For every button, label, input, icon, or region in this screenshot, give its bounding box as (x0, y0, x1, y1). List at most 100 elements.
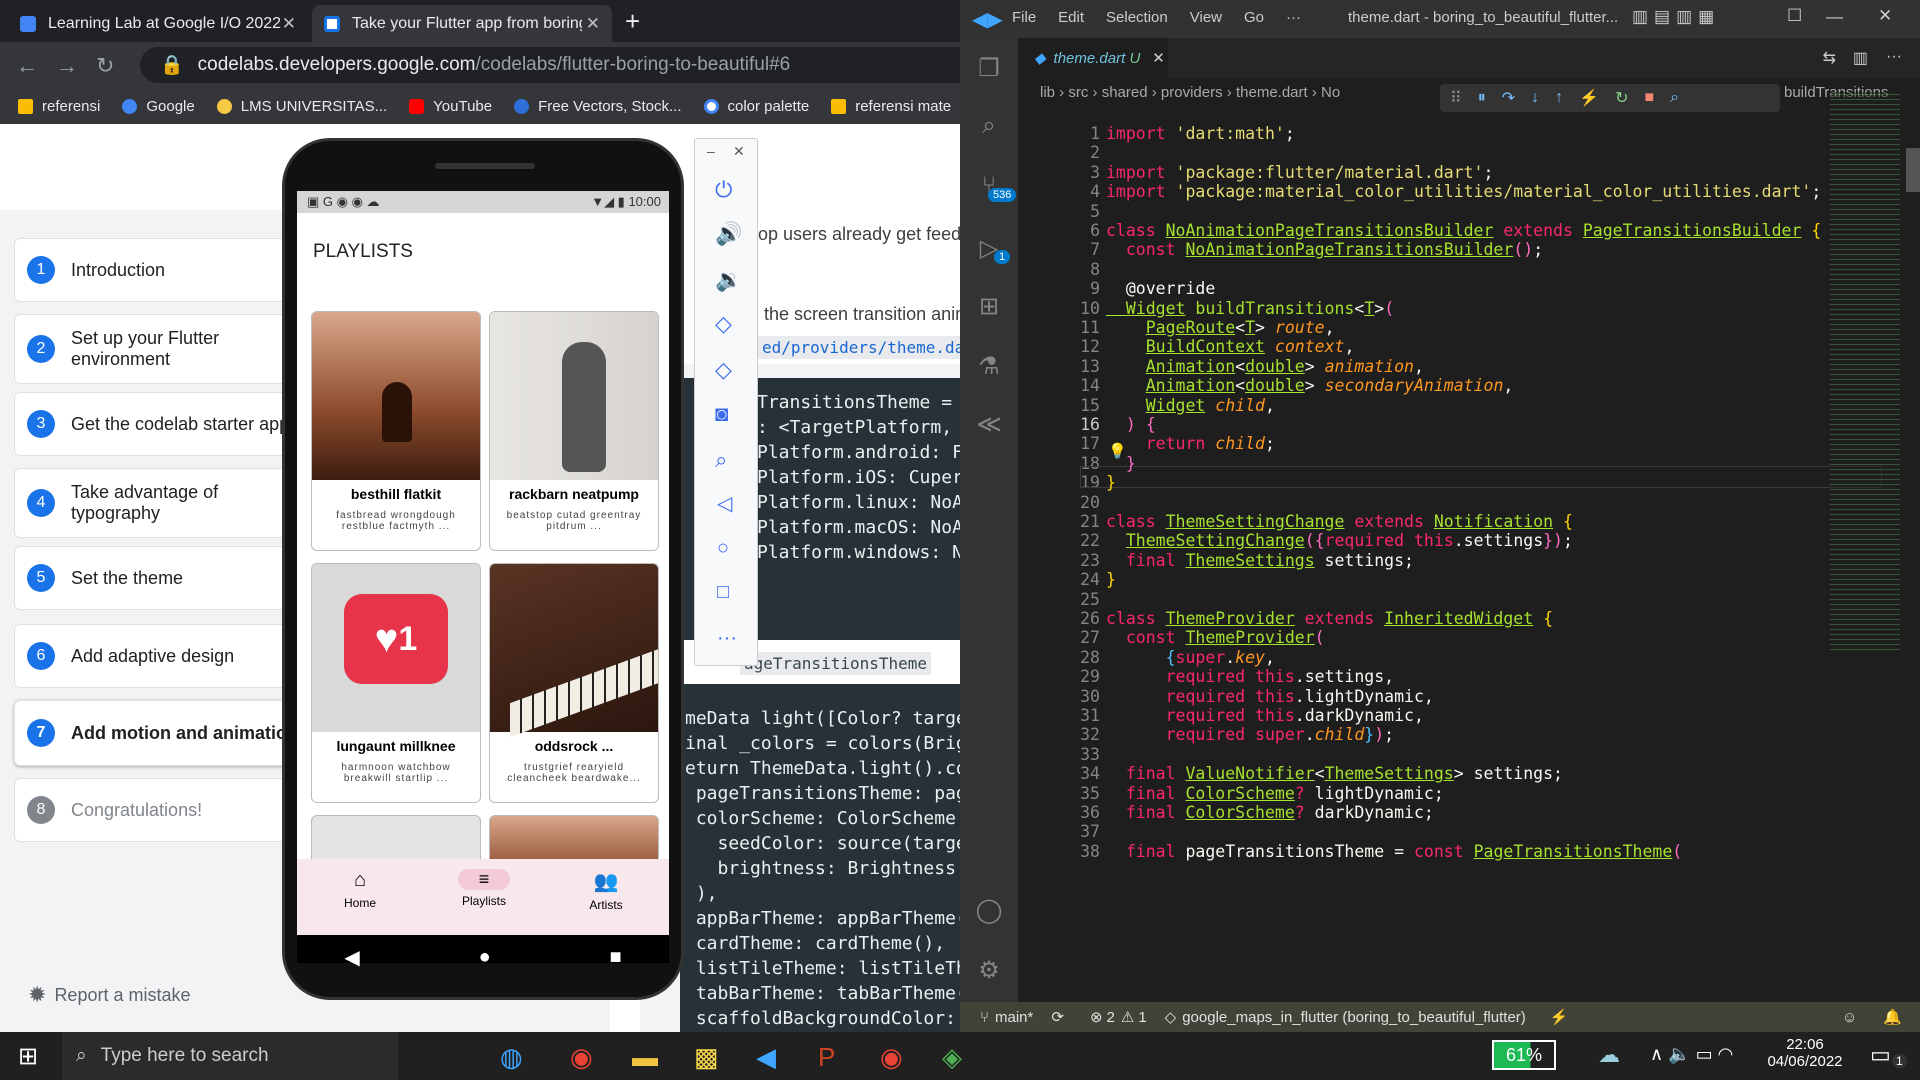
code-line[interactable]: Animation<double> animation, (1106, 357, 1424, 376)
playlist-card[interactable]: oddsrock ... trustgrief rearyield cleanc… (489, 563, 659, 803)
code-line[interactable]: final ColorScheme? lightDynamic; (1106, 784, 1444, 803)
extensions-icon[interactable]: ⊞ (975, 292, 1003, 320)
breadcrumb-item[interactable]: shared (1102, 84, 1148, 101)
step-over-icon[interactable]: ↷ (1502, 88, 1515, 108)
back-icon[interactable]: ◀ (344, 945, 359, 970)
code-line[interactable]: import 'dart:math'; (1106, 124, 1295, 143)
settings-gear-icon[interactable]: ⚙ (975, 956, 1003, 984)
new-tab-icon[interactable]: + (625, 6, 640, 37)
layout-icons[interactable]: ▥▤▥▦ (1632, 7, 1720, 27)
step-2[interactable]: 2 Set up your Flutter environment (14, 314, 314, 384)
browser-tab[interactable]: Learning Lab at Google I/O 2022 ✕ (8, 5, 308, 42)
explorer-icon[interactable]: ❐ (975, 54, 1003, 82)
step-3[interactable]: 3 Get the codelab starter app (14, 392, 314, 456)
home-icon[interactable]: ● (479, 946, 491, 969)
breadcrumb-item[interactable]: theme.dart (1236, 84, 1308, 101)
back-icon[interactable]: ◁ (717, 491, 732, 516)
battery-indicator[interactable]: 61% (1492, 1040, 1556, 1070)
feedback-icon[interactable]: ☺ (1842, 1009, 1857, 1026)
flutter-icon[interactable]: ≪ (975, 410, 1003, 438)
rotate-left-icon[interactable]: ◇ (715, 311, 732, 337)
edge-icon[interactable]: ◍ (500, 1042, 523, 1073)
step-4[interactable]: 4 Take advantage of typography (14, 468, 314, 538)
account-icon[interactable]: ◯ (975, 896, 1003, 924)
code-line[interactable]: final ValueNotifier<ThemeSettings> setti… (1106, 764, 1563, 783)
testing-icon[interactable]: ⚗ (975, 352, 1003, 380)
breadcrumb-item[interactable]: lib (1040, 84, 1055, 101)
split-editor-icon[interactable]: ▥ (1853, 48, 1868, 68)
bookmark[interactable]: LMS UNIVERSITAS... (216, 98, 387, 115)
step-6[interactable]: 6 Add adaptive design (14, 624, 314, 688)
bookmark[interactable]: Free Vectors, Stock... (514, 98, 682, 115)
file-explorer-icon[interactable]: ▬ (632, 1042, 658, 1073)
minimize-icon[interactable]: – (707, 143, 715, 159)
volume-up-icon[interactable]: 🔊 (715, 221, 742, 247)
menu-item[interactable]: ··· (1286, 9, 1301, 26)
playlist-card[interactable]: rackbarn neatpump beatstop cutad greentr… (489, 311, 659, 551)
windows-start-icon[interactable]: ⊞ (18, 1042, 38, 1071)
breadcrumb-item[interactable]: providers (1161, 84, 1223, 101)
chrome-icon[interactable]: ◉ (570, 1042, 593, 1073)
close-tab-icon[interactable]: ✕ (1152, 49, 1165, 67)
code-line[interactable]: Animation<double> secondaryAnimation, (1106, 376, 1514, 395)
menu-item[interactable]: File (1012, 9, 1036, 26)
step-into-icon[interactable]: ↓ (1531, 89, 1539, 107)
restore-icon[interactable]: ☐ (1787, 6, 1802, 26)
code-line[interactable]: import 'package:flutter/material.dart'; (1106, 163, 1493, 182)
breadcrumb-item[interactable]: src (1068, 84, 1088, 101)
camera-icon[interactable]: ◙ (715, 401, 728, 427)
close-icon[interactable]: ✕ (733, 143, 745, 160)
step-8[interactable]: 8 Congratulations! (14, 778, 314, 842)
warning-count[interactable]: 1 (1138, 1009, 1146, 1026)
notification-center-icon[interactable]: ▭ (1870, 1042, 1891, 1068)
drag-handle-icon[interactable]: ⠿ (1450, 88, 1462, 108)
reload-icon[interactable]: ↻ (96, 53, 114, 79)
bookmark[interactable]: Google (122, 98, 195, 115)
close-tab-icon[interactable]: ✕ (586, 14, 600, 34)
taskbar-search[interactable]: ⌕ Type here to search (62, 1032, 398, 1080)
code-line[interactable]: } (1106, 570, 1116, 589)
bookmark[interactable]: YouTube (409, 98, 492, 115)
more-icon[interactable]: ··· (717, 627, 737, 650)
branch-name[interactable]: main* (995, 1009, 1033, 1026)
volume-down-icon[interactable]: 🔉 (715, 267, 742, 293)
code-line[interactable]: required this.settings, (1106, 667, 1395, 686)
inspect-icon[interactable]: ⌕ (1670, 89, 1679, 107)
nav-playlists[interactable]: ≡ Playlists (449, 869, 519, 908)
overview-icon[interactable]: □ (717, 581, 729, 604)
code-line[interactable]: final ThemeSettings settings; (1106, 551, 1414, 570)
hot-reload-icon[interactable]: ⚡ (1579, 88, 1599, 108)
clock[interactable]: 22:06 04/06/2022 (1760, 1036, 1850, 1070)
code-line[interactable]: return child; (1106, 434, 1275, 453)
code-line[interactable]: import 'package:material_color_utilities… (1106, 182, 1821, 201)
code-line[interactable]: required this.lightDynamic, (1106, 687, 1434, 706)
pause-icon[interactable]: ⏸ (1478, 89, 1486, 107)
back-icon[interactable]: ← (16, 53, 38, 79)
nav-home[interactable]: ⌂ Home (327, 869, 393, 910)
rotate-right-icon[interactable]: ◇ (715, 357, 732, 383)
code-line[interactable]: final ColorScheme? darkDynamic; (1106, 803, 1434, 822)
breadcrumb-item[interactable]: No (1321, 84, 1340, 101)
close-icon[interactable]: ✕ (1878, 6, 1892, 26)
code-line[interactable]: Widget buildTransitions<T>( (1106, 299, 1394, 318)
restart-icon[interactable]: ↻ (1615, 88, 1628, 108)
code-line[interactable]: class ThemeProvider extends InheritedWid… (1106, 609, 1553, 628)
menu-item[interactable]: Edit (1058, 9, 1084, 26)
vscode-icon[interactable]: ◀ (756, 1042, 776, 1073)
code-line[interactable]: PageRoute<T> route, (1106, 318, 1335, 337)
nav-artists[interactable]: 👥 Artists (573, 869, 639, 912)
weather-icon[interactable]: ☁ (1598, 1042, 1620, 1068)
step-7[interactable]: 7 Add motion and animation (14, 700, 314, 766)
emulator-icon[interactable]: ◈ (942, 1042, 962, 1073)
bookmark[interactable]: referensi (18, 98, 100, 115)
search-icon[interactable]: ⌕ (975, 112, 1003, 140)
step-out-icon[interactable]: ↑ (1555, 89, 1563, 107)
more-actions-icon[interactable]: ··· (1886, 48, 1902, 66)
bookmark[interactable]: color palette (703, 98, 809, 115)
minimap[interactable] (1830, 92, 1900, 652)
menu-item[interactable]: View (1190, 9, 1222, 26)
code-line[interactable]: Widget child, (1106, 396, 1275, 415)
code-line[interactable]: final pageTransitionsTheme = const PageT… (1106, 842, 1682, 861)
editor-tab-theme-dart[interactable]: ◆ theme.dart U ✕ (1018, 38, 1168, 78)
code-line[interactable]: class ThemeSettingChange extends Notific… (1106, 512, 1573, 531)
